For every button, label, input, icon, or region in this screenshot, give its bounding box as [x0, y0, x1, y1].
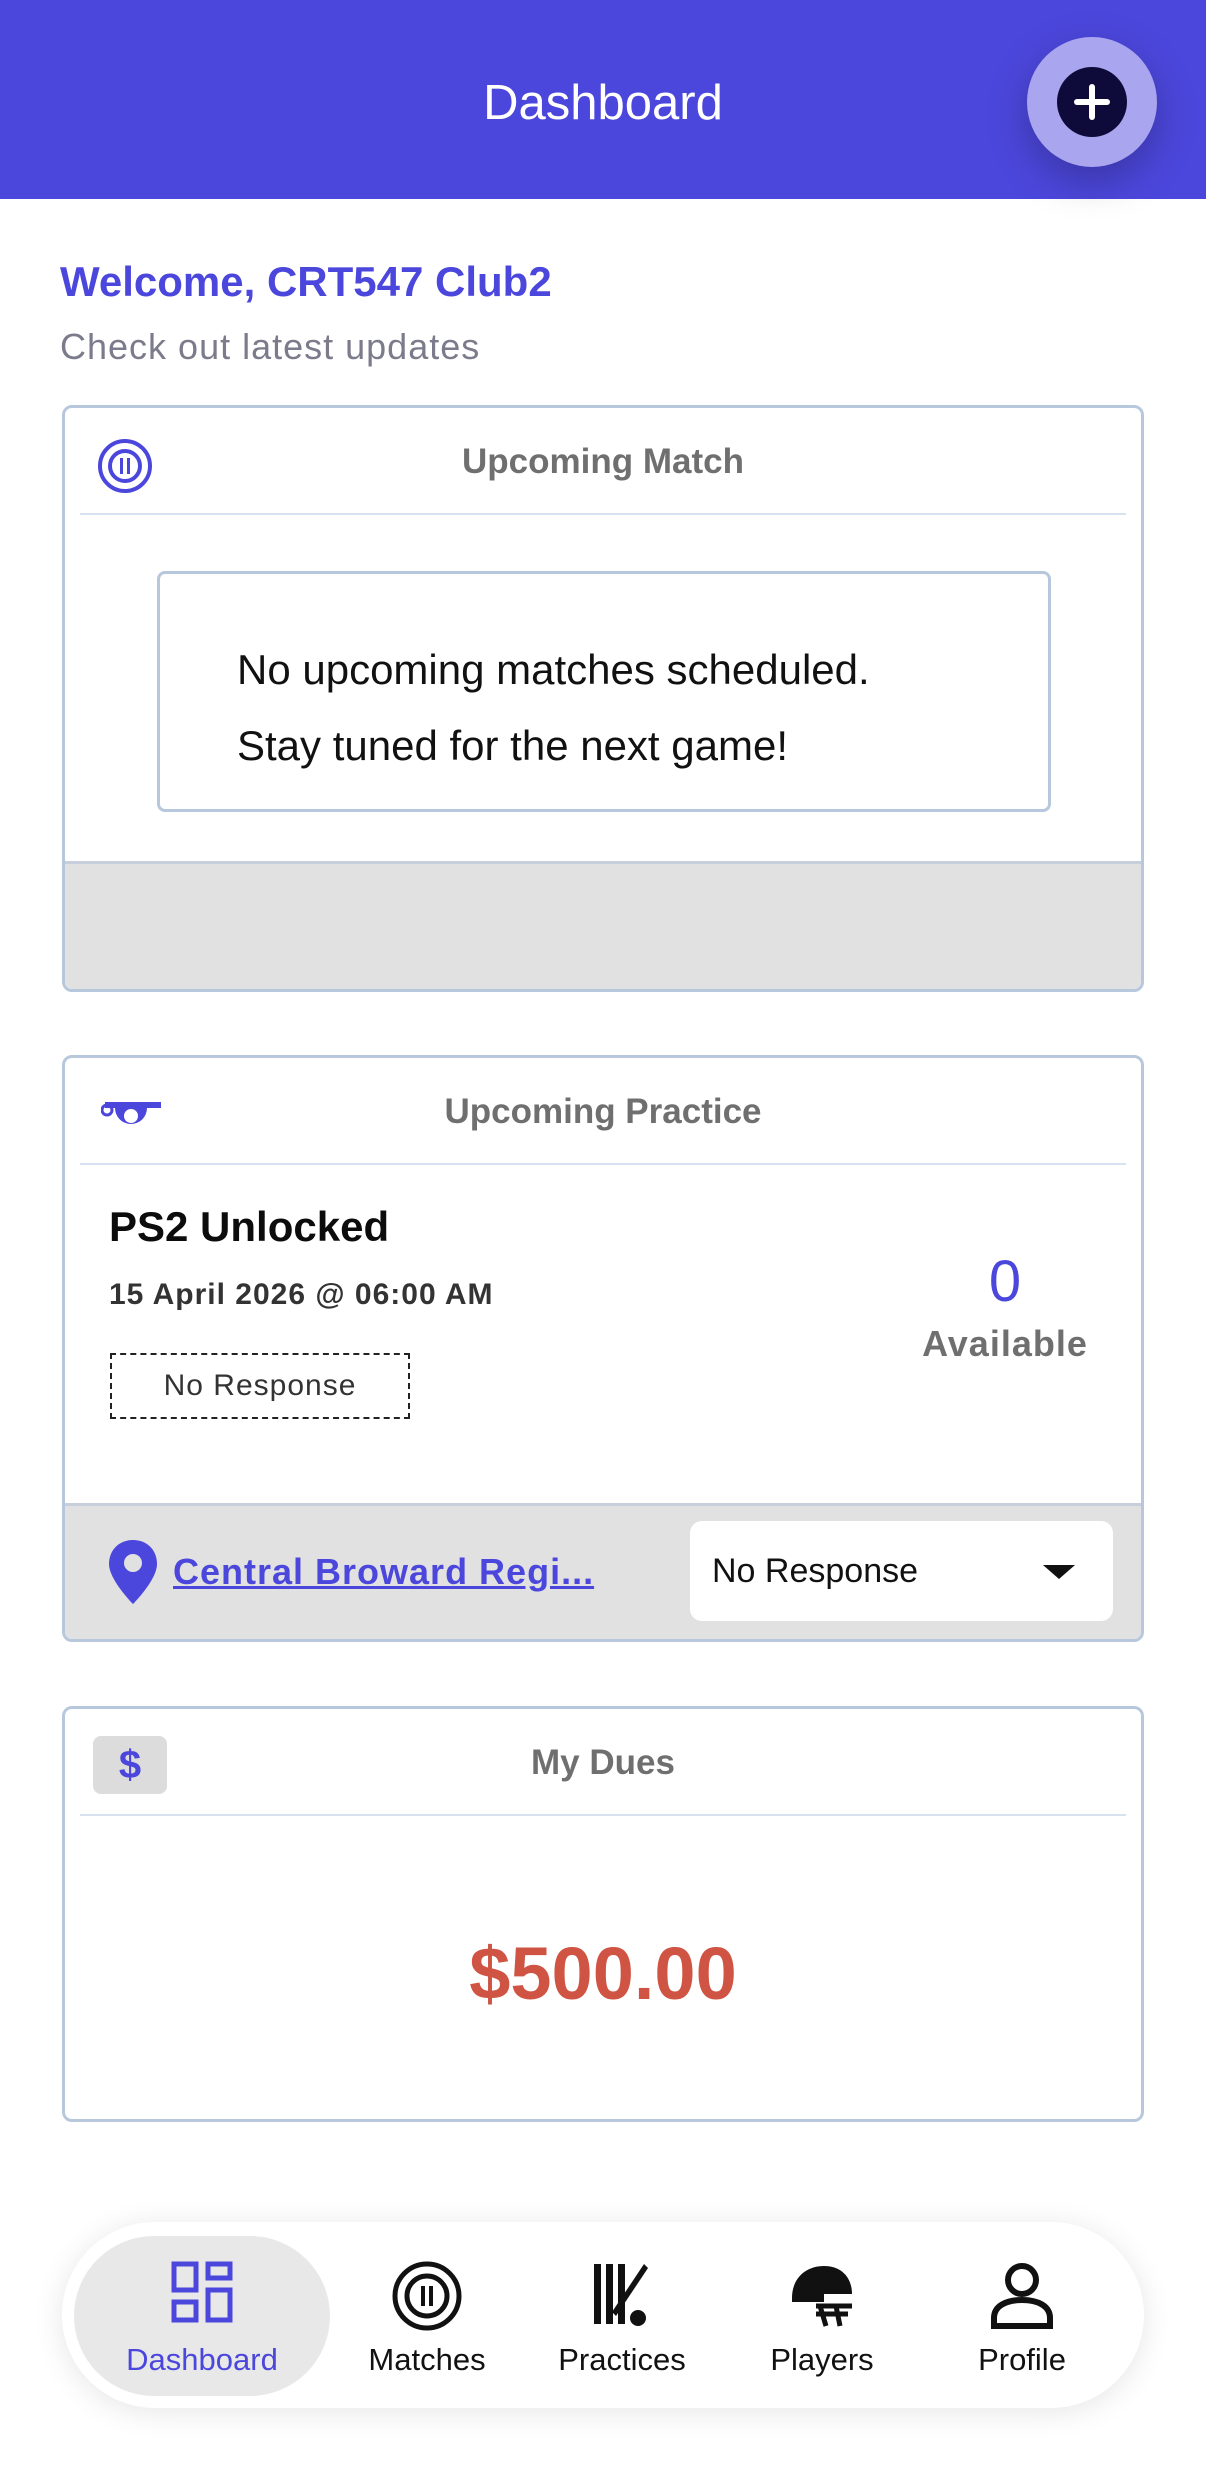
nav-item-practices[interactable]: Practices	[532, 2222, 712, 2408]
caret-down-icon	[1043, 1565, 1075, 1579]
app-header: Dashboard	[0, 0, 1206, 199]
match-card-footer	[65, 861, 1141, 989]
upcoming-practice-title: Upcoming Practice	[444, 1092, 762, 1131]
upcoming-match-card: Upcoming Match No upcoming matches sched…	[62, 405, 1144, 992]
divider	[80, 1163, 1126, 1165]
nav-label: Practices	[558, 2342, 686, 2377]
person-icon	[991, 2263, 1053, 2329]
no-matches-message: No upcoming matches scheduled. Stay tune…	[157, 571, 1051, 812]
response-select-value: No Response	[712, 1552, 919, 1590]
nav-item-players[interactable]: Players	[742, 2222, 902, 2408]
available-label: Available	[922, 1323, 1088, 1364]
cricket-bat-icon	[594, 2264, 648, 2326]
plus-circle-icon	[1057, 67, 1127, 137]
divider	[80, 1814, 1126, 1816]
upcoming-match-title: Upcoming Match	[462, 442, 744, 481]
message-line-1: No upcoming matches scheduled.	[237, 646, 870, 693]
ball-target-icon	[392, 2261, 462, 2331]
location-pin-icon	[109, 1540, 157, 1604]
my-dues-header: $ My Dues	[65, 1709, 1141, 1816]
practice-name: PS2 Unlocked	[109, 1203, 390, 1250]
location-link[interactable]: Central Broward Regi...	[173, 1551, 594, 1593]
nav-label: Dashboard	[126, 2342, 278, 2377]
upcoming-match-header: Upcoming Match	[65, 408, 1141, 515]
practice-datetime: 15 April 2026 @ 06:00 AM	[109, 1278, 494, 1311]
nav-item-dashboard[interactable]: Dashboard	[74, 2236, 330, 2396]
nav-label: Profile	[978, 2342, 1066, 2377]
page-title: Dashboard	[483, 76, 723, 130]
bottom-nav: Dashboard Matches Practices Players Prof…	[62, 2222, 1144, 2408]
welcome-subtitle: Check out latest updates	[60, 326, 481, 367]
practice-card-footer: Central Broward Regi... No Response	[65, 1503, 1141, 1639]
upcoming-practice-card[interactable]: Upcoming Practice PS2 Unlocked 15 April …	[62, 1055, 1144, 1642]
welcome-title: Welcome, CRT547 Club2	[60, 258, 552, 305]
nav-item-profile[interactable]: Profile	[942, 2222, 1102, 2408]
add-button[interactable]	[1027, 37, 1157, 167]
practice-status-badge: No Response	[110, 1353, 410, 1419]
nav-label: Players	[770, 2342, 874, 2377]
divider	[80, 513, 1126, 515]
available-count: 0	[988, 1249, 1022, 1314]
nav-item-matches[interactable]: Matches	[347, 2222, 507, 2408]
response-select[interactable]: No Response	[690, 1521, 1113, 1621]
message-line-2: Stay tuned for the next game!	[237, 722, 789, 769]
dues-amount: $500.00	[469, 1932, 737, 2015]
my-dues-title: My Dues	[531, 1743, 675, 1782]
helmet-icon	[792, 2266, 852, 2327]
my-dues-card[interactable]: $ My Dues $500.00	[62, 1706, 1144, 2122]
upcoming-practice-header: Upcoming Practice	[65, 1058, 1141, 1165]
dashboard-grid-icon	[171, 2261, 233, 2323]
nav-label: Matches	[368, 2342, 486, 2377]
